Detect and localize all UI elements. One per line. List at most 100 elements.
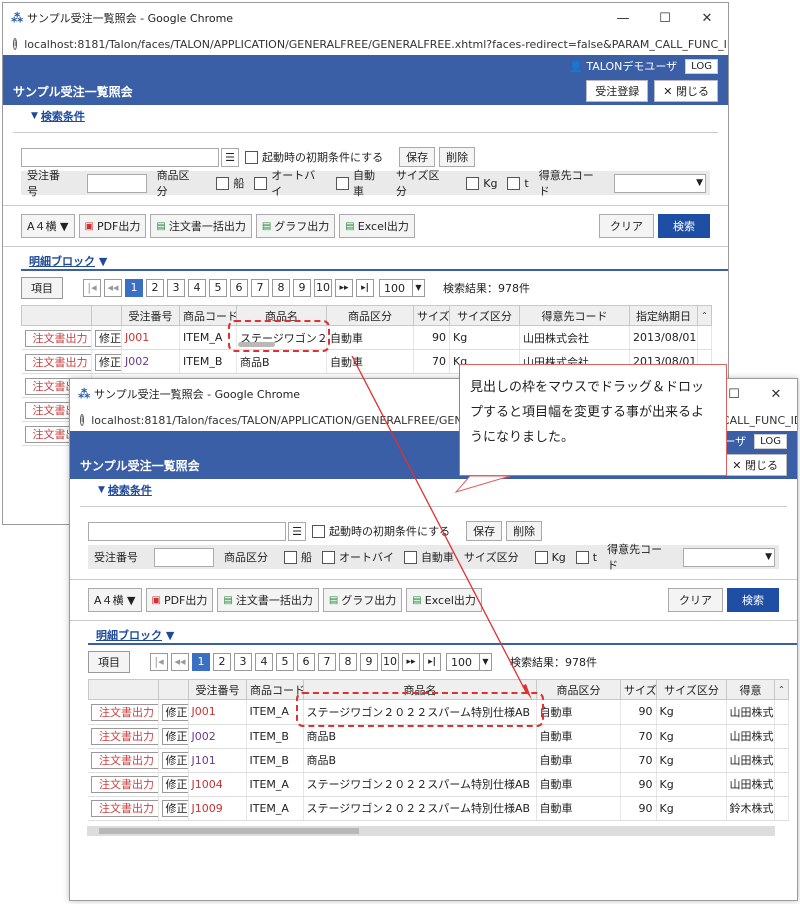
page-2[interactable]: 2 [213,653,231,671]
bike-checkbox[interactable] [321,550,335,564]
prev-page-icon[interactable]: ◂◂ [171,653,189,671]
kg-checkbox[interactable] [534,550,548,564]
close-button[interactable]: ✕ 閉じる [723,454,787,476]
page-10[interactable]: 10 [381,653,399,671]
scroll-up-icon[interactable]: ⌃ [774,679,789,700]
item-button[interactable]: 項目 [88,651,130,673]
page-3[interactable]: 3 [167,279,185,297]
log-button[interactable]: LOG [685,58,718,74]
edit-button[interactable]: 修正 [161,752,187,769]
order-print-button[interactable]: 注文書出力 [91,703,157,721]
col-header[interactable]: サイズ区分 [656,679,727,700]
page-6[interactable]: 6 [297,653,315,671]
last-page-icon[interactable]: ▸| [423,653,441,671]
page-8[interactable]: 8 [339,653,357,671]
paper-select[interactable]: A４横 ▼ [88,588,142,612]
customer-select[interactable]: ▼ [614,173,707,193]
table-row[interactable]: 注文書出力 修正 J1004 ITEM_A ステージワゴン２０２２スパーム特別仕様AB 自… [88,772,789,797]
delete-button[interactable]: 削除 [439,147,476,167]
bulk-print-button[interactable]: ▤ 注文書一括出力 [150,214,252,238]
kg-checkbox[interactable] [466,176,480,190]
page-7[interactable]: 7 [318,653,336,671]
excel-button[interactable]: ▤ Excel出力 [406,588,482,612]
save-button[interactable]: 保存 [399,147,436,167]
detail-block-toggle[interactable]: 明細ブロック ▼ [88,627,797,645]
page-9[interactable]: 9 [293,279,311,297]
col-header[interactable]: サイズ [620,679,657,700]
edit-button[interactable]: 修正 [161,800,187,817]
list-icon[interactable]: ☰ [288,521,306,541]
order-print-button[interactable]: 注文書出力 [91,752,157,769]
first-page-icon[interactable]: |◂ [83,279,101,297]
conditions-toggle[interactable]: ▼ 検索条件 [70,479,797,501]
t-checkbox[interactable] [575,550,589,564]
paper-select[interactable]: A４横 ▼ [21,214,75,238]
conditions-toggle[interactable]: ▼ 検索条件 [3,105,728,127]
save-button[interactable]: 保存 [466,521,503,541]
col-header[interactable]: 指定納期日 [629,305,698,326]
next-page-icon[interactable]: ▸▸ [335,279,353,297]
prev-page-icon[interactable]: ◂◂ [104,279,122,297]
address-bar[interactable]: i localhost:8181/Talon/faces/TALON/APPLI… [3,33,728,55]
page-size-select[interactable]: 100 ▼ [379,279,425,297]
clear-button[interactable]: クリア [599,214,654,238]
condition-name-input[interactable] [21,147,219,167]
scroll-thumb[interactable] [99,828,359,834]
excel-button[interactable]: ▤ Excel出力 [339,214,415,238]
page-4[interactable]: 4 [255,653,273,671]
page-10[interactable]: 10 [314,279,332,297]
page-1[interactable]: 1 [192,653,210,671]
info-icon[interactable]: i [80,414,85,426]
edit-button[interactable]: 修正 [95,353,121,371]
table-row[interactable]: 注文書出力 修正 J002 ITEM_B 商品B 自動車 70 Kg 山田株式 [88,724,789,749]
list-icon[interactable]: ☰ [221,147,239,167]
item-button[interactable]: 項目 [21,277,63,299]
page-6[interactable]: 6 [230,279,248,297]
close-icon[interactable]: ✕ [686,11,728,26]
customer-select[interactable]: ▼ [683,547,776,567]
edit-button[interactable]: 修正 [161,728,187,745]
page-9[interactable]: 9 [360,653,378,671]
edit-button[interactable]: 修正 [161,703,187,721]
col-header[interactable]: 商品区分 [536,679,621,700]
page-size-select[interactable]: 100 ▼ [446,653,492,671]
clear-button[interactable]: クリア [668,588,723,612]
condition-name-input[interactable] [88,521,286,541]
page-7[interactable]: 7 [251,279,269,297]
order-print-button[interactable]: 注文書出力 [24,353,91,371]
car-checkbox[interactable] [336,176,349,190]
graph-button[interactable]: ▤ グラフ出力 [255,214,336,238]
page-4[interactable]: 4 [188,279,206,297]
register-button[interactable]: 受注登録 [586,80,649,102]
bike-checkbox[interactable] [254,176,268,190]
ship-checkbox[interactable] [283,550,297,564]
edit-button[interactable]: 修正 [161,776,187,793]
horizontal-scrollbar[interactable] [87,826,775,836]
col-header[interactable]: 商品コード [179,305,237,326]
table-row[interactable]: 注文書出力 修正 J101 ITEM_B 商品B 自動車 70 Kg 山田株式 [88,748,789,773]
col-header[interactable]: 商品区分 [326,305,414,326]
close-button[interactable]: ✕ 閉じる [654,80,718,102]
page-8[interactable]: 8 [272,279,290,297]
log-button[interactable]: LOG [754,433,787,449]
delete-button[interactable]: 削除 [506,521,543,541]
page-5[interactable]: 5 [209,279,227,297]
close-icon[interactable]: ✕ [755,387,797,402]
order-no-input[interactable] [86,173,147,193]
table-row[interactable]: 注文書出力 修正 J1009 ITEM_A ステージワゴン２０２２スパーム特別仕様AB 自… [88,796,789,821]
page-3[interactable]: 3 [234,653,252,671]
initial-cond-checkbox[interactable] [312,524,325,538]
detail-block-toggle[interactable]: 明細ブロック ▼ [21,253,728,271]
last-page-icon[interactable]: ▸| [356,279,374,297]
col-header[interactable]: 受注番号 [121,305,180,326]
page-2[interactable]: 2 [146,279,164,297]
order-print-button[interactable]: 注文書出力 [91,776,157,793]
page-5[interactable]: 5 [276,653,294,671]
col-header[interactable]: 得意 [726,679,775,700]
first-page-icon[interactable]: |◂ [150,653,168,671]
t-checkbox[interactable] [507,176,521,190]
next-page-icon[interactable]: ▸▸ [402,653,420,671]
minimize-icon[interactable]: — [602,11,644,26]
search-button[interactable]: 検索 [727,588,779,612]
pdf-button[interactable]: ▣ PDF出力 [145,588,214,612]
